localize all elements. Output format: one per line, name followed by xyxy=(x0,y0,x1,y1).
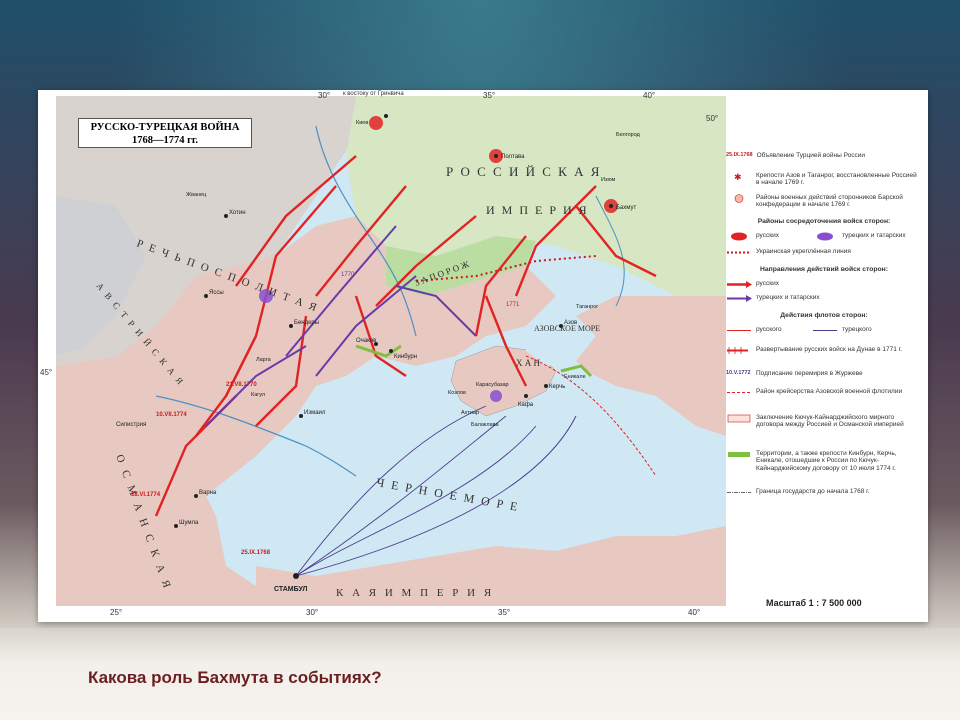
city-label-karasubazar: Карасубазар xyxy=(476,382,509,388)
label-russia: Р О С С И Й С К А Я xyxy=(446,164,601,179)
legend-heading-directions: Направления действий войск сторон: xyxy=(759,266,889,273)
map-scale: Масштаб 1 : 7 500 000 xyxy=(766,598,862,608)
legend-russian-direction: русских xyxy=(726,280,922,289)
city-label-zhvanets: Жванец xyxy=(186,192,207,198)
city-label-varna: Варна xyxy=(199,490,217,496)
russian-troops-icon xyxy=(731,232,747,241)
map-title-years: 1768—1774 гг. xyxy=(131,135,199,146)
coord-bottom-40: 40° xyxy=(688,608,701,617)
date-label-year-1770: 1770 xyxy=(341,272,355,278)
legend-heading-concentration: Районы сосредоточения войск сторон: xyxy=(757,218,891,225)
city-label-kafa: Кафа xyxy=(518,402,534,408)
city-label-azov: Азов xyxy=(564,320,577,326)
city-label-bendery: Бендеры xyxy=(294,320,319,326)
legend-war-declaration: 25.IX.1768 Объявление Турцией войны Росс… xyxy=(726,152,866,159)
date-label-1774: 18.VI.1774 xyxy=(131,492,161,498)
city-label-yassy: Яссы xyxy=(209,290,224,296)
historical-map: Р О С С И Й С К А Я И М П Е Р И Я Р Е Ч … xyxy=(56,96,726,606)
city-label-kinburn: Кинбурн xyxy=(394,354,417,360)
city-label-taganrog: Таганрог xyxy=(576,304,598,310)
legend-danube-deployment: Развертывание русских войск на Дунае в 1… xyxy=(726,346,922,355)
star-icon: ✱ xyxy=(734,172,742,181)
city-label-larga: Ларга xyxy=(256,357,272,363)
city-label-izmail: Измаил xyxy=(304,410,326,416)
city-label-shumla: Шумла xyxy=(179,520,199,526)
coord-right-50: 50° xyxy=(706,114,719,123)
map-legend: 25.IX.1768 Объявление Турцией войны Росс… xyxy=(726,96,922,616)
city-label-kozlov: Козлов xyxy=(448,390,466,396)
city-label-kiev: Киев xyxy=(356,120,368,126)
legend-fortresses: ✱ Крепости Азов и Таганрог, восстановлен… xyxy=(734,172,917,187)
map-svg: Р О С С И Й С К А Я И М П Е Р И Я Р Е Ч … xyxy=(56,96,726,606)
legend-turkish-direction: турецких и татарских xyxy=(726,294,922,303)
city-label-kagul: Кагул xyxy=(251,392,265,398)
label-ottoman2: К А Я И М П Е Р И Я xyxy=(336,587,494,599)
legend-azov-flotilla: Район крейсерства Азовской военной флоти… xyxy=(727,388,903,395)
city-label-khotin: Хотин xyxy=(229,210,246,216)
city-label-enikale: Еникале xyxy=(564,374,586,380)
label-crimea-khanate: Х А Н xyxy=(516,358,540,368)
coord-bottom-25: 25° xyxy=(110,608,123,617)
label-empire: И М П Е Р И Я xyxy=(486,203,589,217)
city-label-izyum: Изюм xyxy=(601,177,616,183)
city-label-belgorod: Белгород xyxy=(616,132,641,138)
map-title-box: РУССКО-ТУРЕЦКАЯ ВОЙНА 1768—1774 гг. xyxy=(78,118,252,148)
legend-armistice: 10.V.1772 Подписание перемирия в Журжеве xyxy=(726,370,863,377)
map-title: РУССКО-ТУРЕЦКАЯ ВОЙНА xyxy=(90,122,240,133)
date-label-1770: 21.VII.1770 xyxy=(226,382,257,388)
legend-borders-1768: Граница государств до начала 1768 г. xyxy=(727,488,870,495)
legend-date: 25.IX.1768 xyxy=(726,152,753,158)
city-label-istanbul: СТАМБУЛ xyxy=(274,586,308,593)
legend-ceded-territories: Территории, а также крепости Кинбурн, Ке… xyxy=(726,450,922,472)
coord-top-30: 30° xyxy=(318,91,331,100)
coord-bottom-30: 30° xyxy=(306,608,319,617)
coord-top-greenwich: к востоку от Гринвича xyxy=(343,91,404,97)
coord-bottom-35: 35° xyxy=(498,608,511,617)
date-label-year-1771: 1771 xyxy=(506,302,520,308)
legend-ukrainian-line: Украинская укреплённая линия xyxy=(727,248,851,255)
red-arrow-icon xyxy=(746,281,752,288)
coord-left-45: 45° xyxy=(40,368,53,377)
city-label-bakhmut: Бахмут xyxy=(616,205,636,211)
purple-arrow-icon xyxy=(746,295,752,302)
legend-fleets-sides: русского турецкого xyxy=(727,326,872,333)
city-label-ochakov: Очаков xyxy=(356,338,376,344)
city-label-kerch: Керчь xyxy=(549,384,565,390)
city-label-balaklava: Балаклава xyxy=(471,422,500,428)
legend-peace-treaty: Заключение Кючук-Кайнарджийского мирного… xyxy=(726,414,922,429)
legend-bar-confederation: Районы военных действий сторонников Барс… xyxy=(726,194,922,209)
turkish-troops-icon xyxy=(817,232,833,241)
city-label-akhtiar: Ахтиар xyxy=(461,410,479,416)
slide-question: Какова роль Бахмута в событиях? xyxy=(88,668,382,687)
date-label-1774-peace: 10.VII.1774 xyxy=(156,412,187,418)
confederation-area-icon xyxy=(734,194,744,203)
ceded-territory-icon xyxy=(728,452,750,457)
city-label-poltava: Полтава xyxy=(501,154,525,160)
legend-concentration-sides: русских турецких и татарских xyxy=(726,232,922,241)
city-label-silistria: Силистрия xyxy=(116,422,146,428)
legend-heading-fleets: Действия флотов сторон: xyxy=(780,312,868,319)
coord-top-40: 40° xyxy=(643,91,656,100)
coord-top-35: 35° xyxy=(483,91,496,100)
treaty-icon xyxy=(727,414,751,423)
map-frame: Р О С С И Й С К А Я И М П Е Р И Я Р Е Ч … xyxy=(38,90,928,622)
date-label-1768: 25.IX.1768 xyxy=(241,550,271,556)
